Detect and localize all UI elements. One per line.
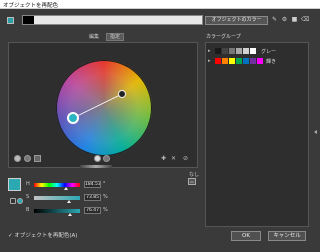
brightness-value-slider[interactable] bbox=[34, 209, 80, 213]
none-color-icon[interactable]: ▭ bbox=[188, 178, 196, 185]
smooth-wheel-button[interactable] bbox=[14, 155, 21, 162]
none-label: なし bbox=[189, 172, 200, 178]
color-groups-panel: ▸ グレー ▸ 輝き bbox=[205, 42, 309, 227]
swatch[interactable] bbox=[257, 58, 263, 64]
brightness-row: B 76.47 % bbox=[26, 207, 126, 216]
base-color-handle[interactable] bbox=[67, 112, 79, 124]
color-group-brilliance[interactable]: ▸ 輝き bbox=[206, 57, 308, 66]
recolor-art-label: オブジェクトを再配色(A) bbox=[14, 233, 78, 239]
swatch[interactable] bbox=[229, 58, 235, 64]
swatch[interactable] bbox=[243, 48, 249, 54]
swatch[interactable] bbox=[236, 48, 242, 54]
collapse-panel-icon[interactable] bbox=[314, 130, 317, 134]
hue-unit: ° bbox=[103, 181, 106, 187]
folder-icon: ▸ bbox=[208, 58, 211, 64]
brightness-slider[interactable] bbox=[80, 165, 112, 168]
link-harmony-icon[interactable]: ⊘ bbox=[182, 155, 189, 162]
saturation-unit: % bbox=[103, 194, 108, 200]
add-color-tool-icon[interactable]: ✚ bbox=[160, 155, 167, 162]
segmented-wheel-button[interactable] bbox=[24, 155, 31, 162]
color-mode-icon[interactable] bbox=[17, 198, 23, 204]
color-handle[interactable] bbox=[118, 90, 126, 98]
show-brightness-button[interactable] bbox=[103, 155, 110, 162]
color-groups-title: カラーグループ bbox=[206, 34, 241, 40]
saturation-knob[interactable] bbox=[67, 200, 71, 203]
brightness-unit: % bbox=[103, 207, 108, 213]
saturation-value-field[interactable]: 73.85 bbox=[84, 194, 101, 201]
base-color-swatch[interactable] bbox=[8, 178, 21, 191]
color-group-name: グレー bbox=[261, 49, 277, 55]
folder-icon: ▸ bbox=[208, 48, 211, 54]
brightness-value-field[interactable]: 76.47 bbox=[84, 207, 101, 214]
recolor-dialog: オブジェクトを再配色 オブジェクトのカラー ✎ ⚙ ■ ⌫ 編集 指定 ✚ ✕ … bbox=[0, 0, 320, 252]
hue-slider[interactable] bbox=[34, 183, 80, 187]
saturation-label: S bbox=[26, 194, 30, 200]
ok-button[interactable]: OK bbox=[231, 231, 261, 241]
color-bars-button[interactable] bbox=[34, 155, 41, 162]
hue-knob[interactable] bbox=[64, 187, 68, 190]
color-group-name: 輝き bbox=[266, 59, 277, 65]
hue-row: H 184.53 ° bbox=[26, 181, 126, 190]
swatch[interactable] bbox=[243, 58, 249, 64]
color-group-gray[interactable]: ▸ グレー bbox=[206, 47, 308, 56]
hue-label: H bbox=[26, 181, 30, 187]
show-saturation-button[interactable] bbox=[94, 155, 101, 162]
swatch[interactable] bbox=[215, 58, 221, 64]
saturation-slider[interactable] bbox=[34, 196, 80, 200]
hue-value-field[interactable]: 184.53 bbox=[84, 181, 101, 188]
swatch[interactable] bbox=[222, 48, 228, 54]
swatch[interactable] bbox=[250, 48, 256, 54]
swatch[interactable] bbox=[229, 48, 235, 54]
swatch[interactable] bbox=[236, 58, 242, 64]
fill-toggle-icon[interactable] bbox=[10, 198, 16, 204]
saturation-row: S 73.85 % bbox=[26, 194, 126, 203]
brightness-label: B bbox=[26, 207, 30, 213]
remove-color-tool-icon[interactable]: ✕ bbox=[170, 155, 177, 162]
swatch[interactable] bbox=[215, 48, 221, 54]
brightness-knob[interactable] bbox=[68, 213, 72, 216]
recolor-art-checkbox[interactable]: ✓ オブジェクトを再配色(A) bbox=[8, 231, 77, 239]
checkmark-icon: ✓ bbox=[8, 233, 13, 239]
swatch[interactable] bbox=[250, 58, 256, 64]
swatch[interactable] bbox=[222, 58, 228, 64]
cancel-button[interactable]: キャンセル bbox=[268, 231, 306, 241]
